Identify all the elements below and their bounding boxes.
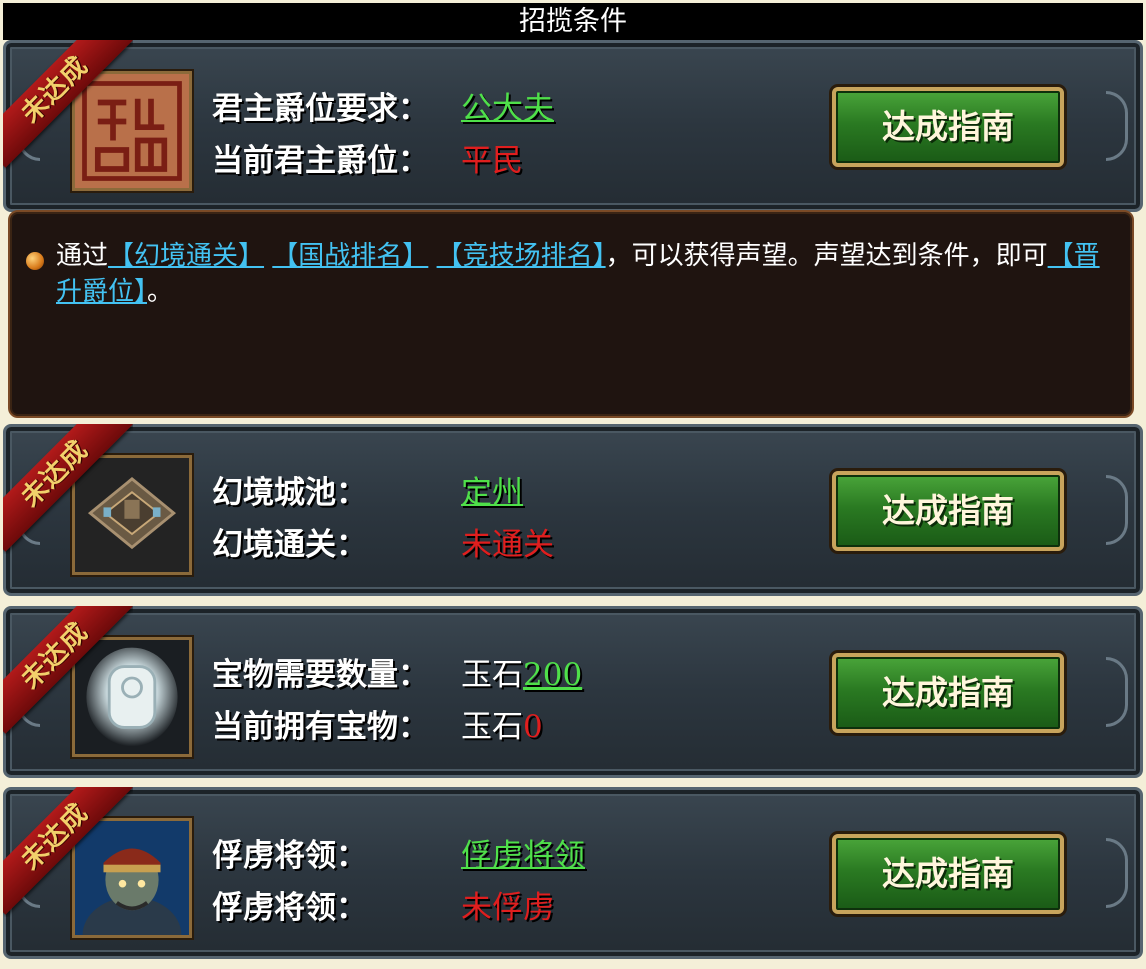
unmet-ribbon-label: 未达成 [3,40,133,168]
requirement-panel-treasure: 宝物需要数量： 玉石200 当前拥有宝物： 玉石0 达成指南 [3,606,1143,778]
treasure-required-label: 宝物需要数量： [212,657,429,693]
info-box: 通过【幻境通关】 【国战排名】 【竞技场排名】，可以获得声望。声望达到条件，即可… [8,210,1134,418]
requirement-panel-captive: 俘虏将领： 俘虏将领 俘虏将领： 未俘虏 达成指南 [3,787,1143,959]
guide-button-rank[interactable]: 达成指南 [832,87,1064,167]
captive-general-label: 俘虏将领： [212,838,367,874]
info-text-3: 。 [147,277,174,307]
window-title: 招揽条件 [3,3,1143,40]
panel-ornament-right [1106,657,1128,727]
unmet-ribbon-label: 未达成 [3,424,133,552]
treasure-required-item: 玉石 [461,657,523,693]
unmet-ribbon: 未达成 [3,787,133,917]
guide-button-illusion[interactable]: 达成指南 [832,471,1064,551]
guide-button-captive[interactable]: 达成指南 [832,834,1064,914]
rank-required-value[interactable]: 公大夫 [461,83,554,128]
unmet-ribbon-label: 未达成 [3,606,133,734]
treasure-owned-value: 玉石0 [461,701,543,746]
rank-required-label: 君主爵位要求： [212,91,429,127]
panel-ornament-right [1106,91,1128,161]
info-text-2: ，可以获得声望。声望达到条件，即可 [605,241,1048,271]
info-text: 通过【幻境通关】 【国战排名】 【竞技场排名】，可以获得声望。声望达到条件，即可… [56,238,1116,310]
requirement-panel-rank: 君主爵位要求： 公大夫 当前君主爵位： 平民 达成指南 [3,40,1143,212]
unmet-ribbon: 未达成 [3,424,133,554]
info-space-2 [428,241,436,271]
rank-current-label: 当前君主爵位： [212,143,429,179]
panel-ornament-right [1106,838,1128,908]
illusion-city-label: 幻境城池： [212,475,367,511]
illusion-city-value[interactable]: 定州 [461,467,523,512]
treasure-owned-item: 玉石 [461,709,523,745]
panel-ornament-right [1106,475,1128,545]
illusion-clear-value: 未通关 [461,527,554,563]
illusion-clear-label: 幻境通关： [212,527,367,563]
link-arena-rank[interactable]: 【竞技场排名】 [437,241,606,271]
captive-general-value[interactable]: 俘虏将领 [461,830,585,875]
unmet-ribbon: 未达成 [3,40,133,170]
treasure-owned-label: 当前拥有宝物： [212,709,429,745]
guide-button-treasure[interactable]: 达成指南 [832,653,1064,733]
unmet-ribbon-label: 未达成 [3,787,133,915]
requirement-panel-illusion: 幻境城池： 定州 幻境通关： 未通关 达成指南 [3,424,1143,596]
captive-status-label: 俘虏将领： [212,890,367,926]
link-illusion-clear[interactable]: 【幻境通关】 [108,241,264,271]
treasure-required-count[interactable]: 200 [523,657,582,693]
link-nation-war-rank[interactable]: 【国战排名】 [272,241,428,271]
treasure-owned-count: 0 [523,709,543,745]
unmet-ribbon: 未达成 [3,606,133,736]
treasure-required-value: 玉石200 [461,649,582,694]
captive-status-value: 未俘虏 [461,890,554,926]
rank-current-value: 平民 [461,143,523,179]
info-text-1: 通过 [56,241,109,271]
bullet-icon [26,252,44,270]
